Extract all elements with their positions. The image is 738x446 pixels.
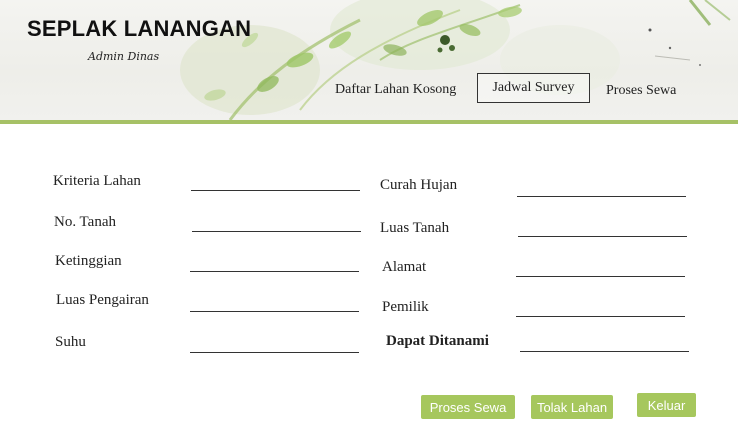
field-no-tanah[interactable] [192,231,361,232]
nav-item-jadwal-survey[interactable]: Jadwal Survey [477,73,590,103]
keluar-button[interactable]: Keluar [637,393,696,417]
nav-item-label: Jadwal Survey [492,80,575,95]
nav-item-daftar-lahan-kosong[interactable]: Daftar Lahan Kosong [335,82,456,98]
field-dapat-ditanami[interactable] [520,351,689,352]
field-kriteria-lahan[interactable] [191,190,360,191]
field-suhu[interactable] [190,352,359,353]
field-pemilik[interactable] [516,316,685,317]
header-banner: SEPLAK LANANGAN Admin Dinas Daftar Lahan… [0,0,738,120]
field-luas-tanah[interactable] [518,236,687,237]
field-ketinggian[interactable] [190,271,359,272]
app-subtitle: Admin Dinas [88,50,160,63]
nav-item-proses-sewa[interactable]: Proses Sewa [606,83,676,99]
header-divider [0,120,738,124]
label-kriteria-lahan: Kriteria Lahan [53,173,141,189]
label-suhu: Suhu [55,334,86,350]
label-luas-tanah: Luas Tanah [380,220,450,236]
field-luas-pengairan[interactable] [190,311,359,312]
label-luas-pengairan: Luas Pengairan [56,292,149,308]
label-alamat: Alamat [382,259,427,275]
label-pemilik: Pemilik [382,299,429,315]
label-dapat-ditanami: Dapat Ditanami [386,333,489,349]
label-no-tanah: No. Tanah [54,214,116,230]
proses-sewa-button[interactable]: Proses Sewa [421,395,515,419]
tolak-lahan-button[interactable]: Tolak Lahan [531,395,613,419]
field-curah-hujan[interactable] [517,196,686,197]
field-alamat[interactable] [516,276,685,277]
label-ketinggian: Ketinggian [55,253,122,269]
app-title: SEPLAK LANANGAN [27,16,252,41]
label-curah-hujan: Curah Hujan [380,177,458,193]
